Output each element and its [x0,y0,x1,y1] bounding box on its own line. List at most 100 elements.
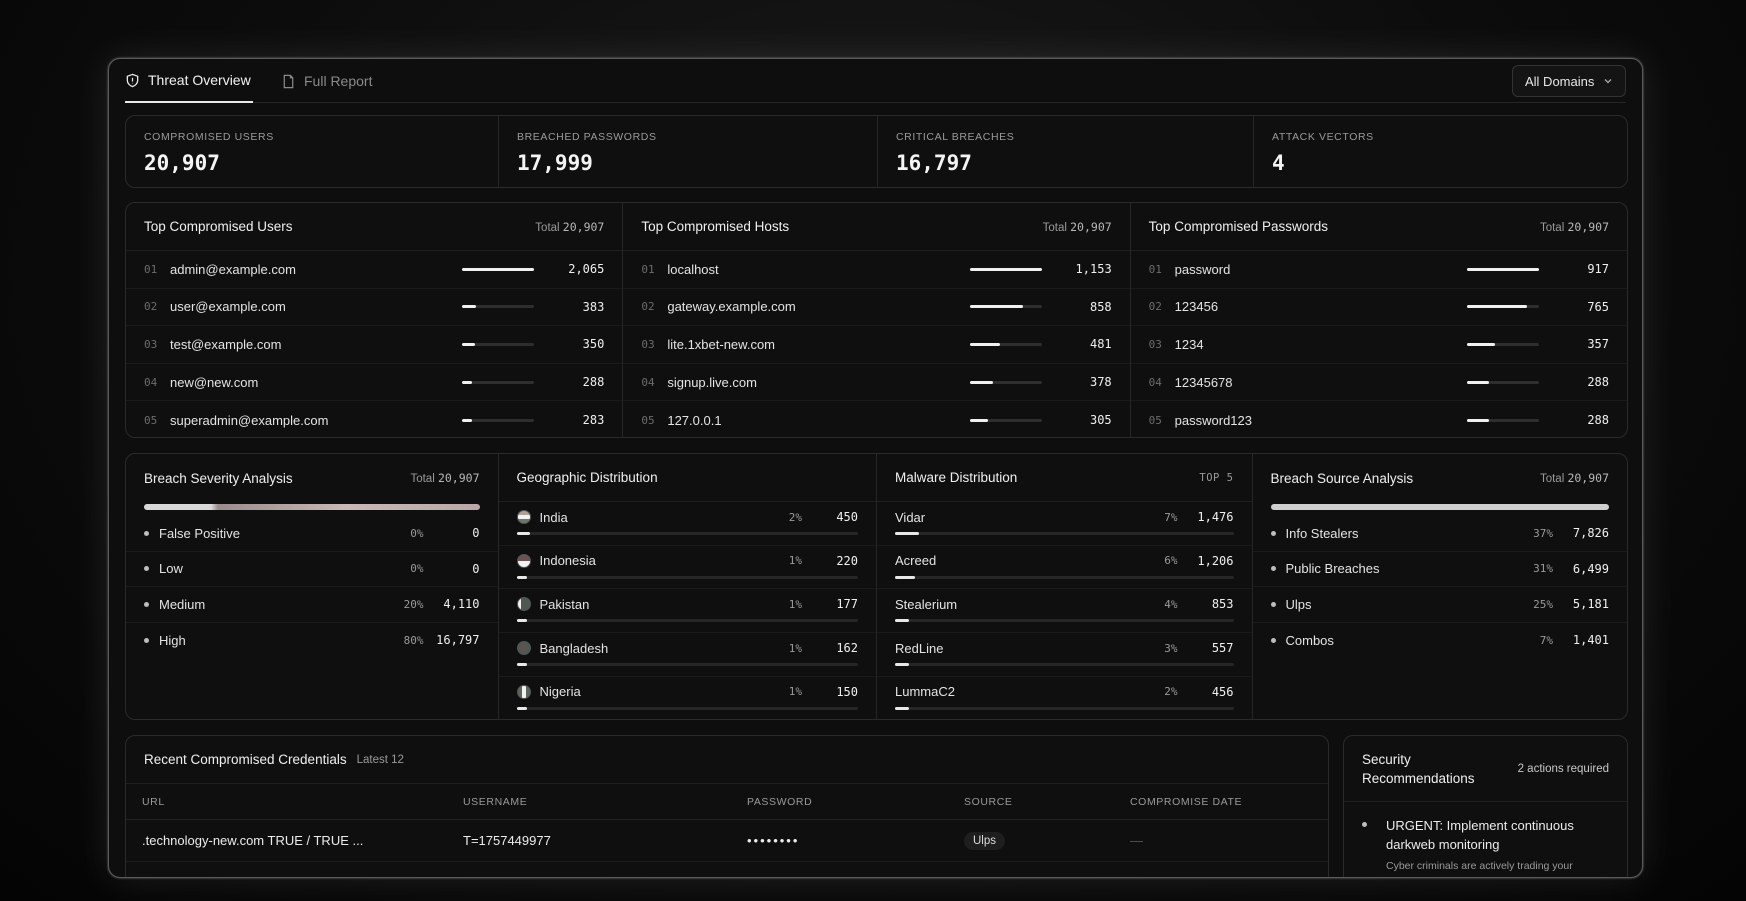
col-username[interactable]: USERNAME [463,796,747,808]
share-bar [895,706,1234,710]
cell-password: •••••••• [747,833,800,848]
share-bar [1467,267,1540,271]
list-item[interactable]: Medium 20% 4,110 [126,587,498,623]
list-item[interactable]: 01 localhost 1,153 [623,251,1130,289]
stat-label: ATTACK VECTORS [1272,131,1374,143]
item-count: 4,110 [443,597,480,612]
rank-index: 02 [641,300,655,314]
item-percent: 7% [1164,510,1178,524]
list-item[interactable]: Pakistan 1% 177 [498,589,876,634]
item-name: user@example.com [170,299,286,315]
top-passwords-card: Top Compromised Passwords Total 20,907 01 p… [1130,203,1627,437]
list-item[interactable]: Bangladesh 1% 162 [498,633,876,677]
item-name: 1234 [1174,336,1204,352]
card-title: Malware Distribution [895,470,1018,485]
item-count: 305 [1089,413,1112,428]
item-label: Acreed [895,553,937,569]
item-label: Combos [1285,632,1334,648]
list-item[interactable]: 01 password 917 [1130,251,1627,289]
tab-threat-overview[interactable]: Threat Overview [125,59,253,103]
table-row[interactable]: .technology-new.com TRUE / TRUE ... T=17… [126,820,1328,862]
list-item[interactable]: False Positive 0% 0 [126,516,498,552]
rank-index: 04 [1148,375,1162,389]
col-date[interactable]: COMPROMISE DATE [1130,796,1328,808]
item-percent: 7% [1539,633,1553,647]
rank-index: 01 [1148,262,1162,276]
list-item[interactable]: Indonesia 1% 220 [498,546,876,590]
rank-index: 02 [1148,300,1162,314]
item-name: 123456 [1174,299,1219,315]
item-label: Public Breaches [1285,561,1380,577]
item-count: 177 [836,597,858,612]
list-item[interactable]: 03 lite.1xbet-new.com 481 [623,326,1130,364]
tab-full-report[interactable]: Full Report [281,59,372,103]
list-item[interactable]: Ulps 25% 5,181 [1252,587,1627,623]
list-item[interactable]: RedLine 3% 557 [877,633,1252,677]
col-url[interactable]: URL [126,796,463,808]
domain-filter-select[interactable]: All Domains [1512,65,1626,97]
list-item[interactable]: Vidar 7% 1,476 [877,502,1252,546]
latest-count: Latest 12 [356,753,404,766]
rank-index: 05 [144,413,158,427]
item-count: 481 [1089,337,1112,352]
list-item[interactable]: 02 user@example.com 383 [126,289,623,327]
list-item[interactable]: 05 password123 288 [1131,401,1627,437]
col-password[interactable]: PASSWORD [747,796,964,808]
item-count: 1,476 [1197,510,1234,524]
rank-index: 04 [641,375,655,389]
list-item[interactable]: Public Breaches 31% 6,499 [1252,552,1627,587]
item-name: admin@example.com [170,261,296,277]
item-percent: 6% [1164,554,1178,568]
list-item[interactable]: High 80% 16,797 [126,623,498,659]
list-item[interactable]: 04 12345678 288 [1130,364,1627,402]
item-label: Indonesia [539,553,596,569]
stat-label: COMPROMISED USERS [144,131,274,143]
item-count: 383 [582,299,605,314]
item-count: 6,499 [1572,561,1609,576]
list-item[interactable]: Stealerium 4% 853 [877,589,1252,634]
recommendation-item[interactable]: URGENT: Implement continuous darkweb mon… [1344,802,1627,874]
item-percent: 1% [788,685,802,699]
flag-icon [516,510,531,524]
rank-index: 02 [144,300,158,314]
flag-icon [516,553,531,568]
list-item[interactable]: 05 127.0.0.1 305 [623,401,1129,437]
list-item[interactable]: 02 123456 765 [1130,289,1627,327]
rank-index: 05 [641,413,655,427]
item-count: 0 [472,561,480,576]
tab-label: Full Report [304,73,373,89]
item-percent: 80% [403,633,424,647]
recommendation-desc: Cyber criminals are actively trading you… [1386,860,1573,872]
list-item[interactable]: 02 gateway.example.com 858 [623,289,1130,327]
item-label: False Positive [159,525,240,541]
list-item[interactable]: Acreed 6% 1,206 [877,546,1252,590]
share-bar [969,380,1042,384]
flag-icon [516,641,531,656]
list-item[interactable]: Nigeria 1% 150 [499,677,877,719]
item-name: superadmin@example.com [170,412,329,428]
card-title: Breach Severity Analysis [144,470,293,486]
list-item[interactable]: 05 superadmin@example.com 283 [126,401,622,437]
source-distribution-bar [1270,504,1609,510]
list-item[interactable]: Info Stealers 37% 7,826 [1252,516,1627,552]
bullet-icon [1270,601,1276,607]
domain-filter-value: All Domains [1525,73,1595,89]
item-label: RedLine [895,640,944,656]
list-item[interactable]: 03 test@example.com 350 [126,326,623,364]
source-badge: Ulps [964,831,1006,850]
list-item[interactable]: 04 signup.live.com 378 [623,364,1130,402]
item-count: 1,206 [1197,553,1234,568]
cell-url: .technology-new.com TRUE / TRUE ... [142,833,364,848]
card-title: Breach Source Analysis [1270,470,1414,486]
item-name: password [1174,261,1231,277]
list-item[interactable]: 01 admin@example.com 2,065 [126,251,623,289]
item-count: 917 [1587,262,1610,277]
list-item[interactable]: Low 0% 0 [126,552,498,587]
list-item[interactable]: 03 1234 357 [1130,326,1627,364]
list-item[interactable]: LummaC2 2% 456 [877,677,1252,719]
stat-label: BREACHED PASSWORDS [517,131,657,143]
list-item[interactable]: Combos 7% 1,401 [1253,623,1628,659]
list-item[interactable]: 04 new@new.com 288 [126,364,623,402]
list-item[interactable]: India 2% 450 [498,502,876,546]
col-source[interactable]: SOURCE [964,796,1130,808]
